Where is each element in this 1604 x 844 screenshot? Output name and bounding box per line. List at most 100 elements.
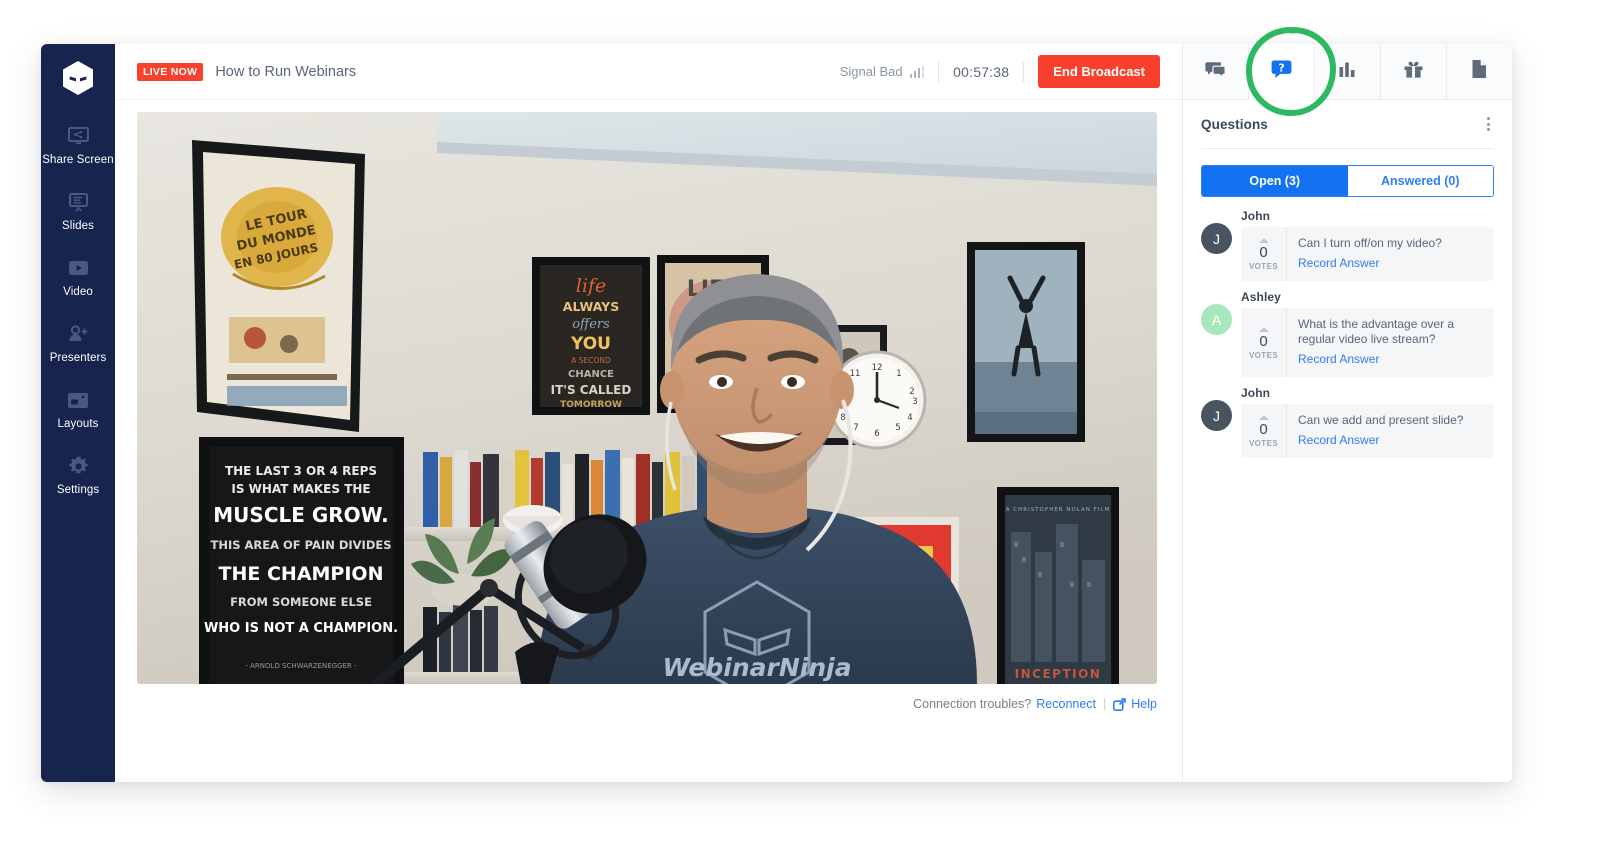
svg-text:A CHRISTOPHER NOLAN FILM: A CHRISTOPHER NOLAN FILM xyxy=(1006,507,1110,513)
sidebar-item-slides[interactable]: Slides xyxy=(41,184,115,240)
sidebar-item-settings[interactable]: Settings xyxy=(41,448,115,504)
sidebar-item-video[interactable]: Video xyxy=(41,250,115,306)
question-item: J John 0 VOTES Can I turn off/on my vide… xyxy=(1201,209,1494,281)
bar-chart-icon xyxy=(1338,61,1358,83)
kebab-menu-icon[interactable] xyxy=(1483,113,1494,135)
tab-polls[interactable] xyxy=(1315,44,1381,99)
vote-control[interactable]: 0 VOTES xyxy=(1241,404,1287,458)
question-author: Ashley xyxy=(1241,290,1281,304)
filter-answered-button[interactable]: Answered (0) xyxy=(1347,166,1493,196)
toolbar-divider xyxy=(1023,61,1025,82)
sidebar-item-label: Layouts xyxy=(57,418,99,430)
question-filter-tabs: Open (3) Answered (0) xyxy=(1201,165,1494,197)
vote-control[interactable]: 0 VOTES xyxy=(1241,227,1287,281)
filter-open-button[interactable]: Open (3) xyxy=(1202,166,1348,196)
upvote-arrow-icon[interactable] xyxy=(1258,238,1269,243)
svg-text:12: 12 xyxy=(872,363,883,373)
avatar-initial: J xyxy=(1213,407,1220,424)
panel-title: Questions xyxy=(1201,116,1268,132)
svg-text:ALWAYS: ALWAYS xyxy=(563,299,619,314)
connection-prompt: Connection troubles? xyxy=(913,697,1032,711)
share-screen-icon xyxy=(66,125,90,147)
record-answer-link[interactable]: Record Answer xyxy=(1298,433,1379,447)
live-video-preview[interactable]: LE TOUR DU MONDE EN 80 JOURS life ALWAYS… xyxy=(137,112,1157,684)
question-content: John 0 VOTES Can we add and present slid… xyxy=(1241,386,1494,458)
svg-text:CHANCE: CHANCE xyxy=(568,369,614,380)
record-answer-link[interactable]: Record Answer xyxy=(1298,352,1379,366)
svg-text:TOMORROW: TOMORROW xyxy=(560,400,622,410)
right-panel: ? Questions Open (3) Answered (0) J John… xyxy=(1182,44,1512,782)
sidebar-item-layouts[interactable]: Layouts xyxy=(41,382,115,438)
end-broadcast-button[interactable]: End Broadcast xyxy=(1038,55,1160,88)
reconnect-link[interactable]: Reconnect xyxy=(1036,697,1096,711)
panel-tab-bar: ? xyxy=(1183,44,1512,100)
panel-header: Questions xyxy=(1183,100,1512,148)
svg-text:IT'S CALLED: IT'S CALLED xyxy=(551,383,632,397)
gift-icon xyxy=(1403,60,1424,84)
question-bubble-icon: ? xyxy=(1271,59,1292,84)
sidebar-item-share-screen[interactable]: Share Screen xyxy=(41,118,115,174)
left-sidebar: Share Screen Slides Video Presenters Lay… xyxy=(41,44,115,782)
footer-divider: | xyxy=(1103,697,1107,711)
vote-count: 0 xyxy=(1259,244,1268,261)
connection-footer: Connection troubles? Reconnect | Help xyxy=(137,684,1157,724)
svg-text:7: 7 xyxy=(853,423,858,433)
svg-text:1: 1 xyxy=(896,369,901,379)
vote-label: VOTES xyxy=(1248,439,1279,448)
webinar-app-window: Share Screen Slides Video Presenters Lay… xyxy=(41,44,1512,782)
panel-divider xyxy=(1201,148,1494,149)
tab-handouts[interactable] xyxy=(1447,44,1512,99)
toolbar-divider xyxy=(938,61,940,82)
sidebar-item-label: Slides xyxy=(62,220,94,232)
svg-text:6: 6 xyxy=(874,429,879,439)
svg-text:IS WHAT MAKES THE: IS WHAT MAKES THE xyxy=(231,482,370,496)
avatar: J xyxy=(1201,223,1232,254)
signal-status-label: Signal Bad xyxy=(839,64,903,79)
record-answer-link[interactable]: Record Answer xyxy=(1298,256,1379,270)
avatar-initial: A xyxy=(1211,311,1222,328)
presenters-icon xyxy=(66,323,90,345)
document-icon xyxy=(1471,59,1488,84)
external-link-icon[interactable] xyxy=(1113,697,1127,711)
question-text: Can I turn off/on my video? xyxy=(1298,236,1442,250)
top-toolbar: LIVE NOW How to Run Webinars Signal Bad … xyxy=(115,44,1182,100)
video-stage: LE TOUR DU MONDE EN 80 JOURS life ALWAYS… xyxy=(115,100,1182,782)
svg-text:offers: offers xyxy=(572,317,610,332)
question-body: Can we add and present slide? Record Ans… xyxy=(1287,404,1494,458)
main-content: LIVE NOW How to Run Webinars Signal Bad … xyxy=(115,44,1182,782)
question-card: 0 VOTES Can we add and present slide? Re… xyxy=(1241,404,1494,458)
svg-text:life: life xyxy=(576,275,606,297)
question-author: John xyxy=(1241,209,1271,223)
svg-text:11: 11 xyxy=(850,369,861,379)
tab-chat[interactable] xyxy=(1183,44,1249,99)
question-author: John xyxy=(1241,386,1271,400)
layouts-icon xyxy=(66,389,90,411)
tab-offers[interactable] xyxy=(1381,44,1447,99)
svg-text:3: 3 xyxy=(912,397,917,407)
question-body: What is the advantage over a regular vid… xyxy=(1287,308,1494,377)
video-icon xyxy=(66,257,90,279)
toolbar-right-group: Signal Bad 00:57:38 End Broadcast xyxy=(840,55,1160,88)
webinarninja-logo[interactable] xyxy=(58,58,98,98)
upvote-arrow-icon[interactable] xyxy=(1258,415,1269,420)
svg-text:2: 2 xyxy=(909,387,914,397)
vote-control[interactable]: 0 VOTES xyxy=(1241,308,1287,377)
upvote-arrow-icon[interactable] xyxy=(1258,326,1269,332)
sidebar-item-presenters[interactable]: Presenters xyxy=(41,316,115,372)
question-item: J John 0 VOTES Can we add and present sl… xyxy=(1201,386,1494,458)
slides-icon xyxy=(66,191,90,213)
svg-text:WebinarNinja: WebinarNinja xyxy=(662,653,851,682)
question-content: Ashley 0 VOTES What is the advantage ove… xyxy=(1241,290,1494,377)
question-text: What is the advantage over a regular vid… xyxy=(1298,317,1455,346)
svg-text:WHO IS NOT A CHAMPION.: WHO IS NOT A CHAMPION. xyxy=(204,621,398,636)
help-link[interactable]: Help xyxy=(1131,697,1157,711)
signal-bars-icon xyxy=(909,65,925,78)
chat-bubbles-icon xyxy=(1205,60,1226,83)
tab-questions[interactable]: ? xyxy=(1249,44,1315,100)
question-item: A Ashley 0 VOTES What is the advantage o… xyxy=(1201,290,1494,377)
svg-text:A SECOND: A SECOND xyxy=(571,356,611,365)
svg-text:5: 5 xyxy=(895,423,900,433)
svg-text:- ARNOLD SCHWARZENEGGER -: - ARNOLD SCHWARZENEGGER - xyxy=(245,662,357,670)
vote-count: 0 xyxy=(1259,332,1268,350)
svg-text:THE CHAMPION: THE CHAMPION xyxy=(219,563,384,585)
